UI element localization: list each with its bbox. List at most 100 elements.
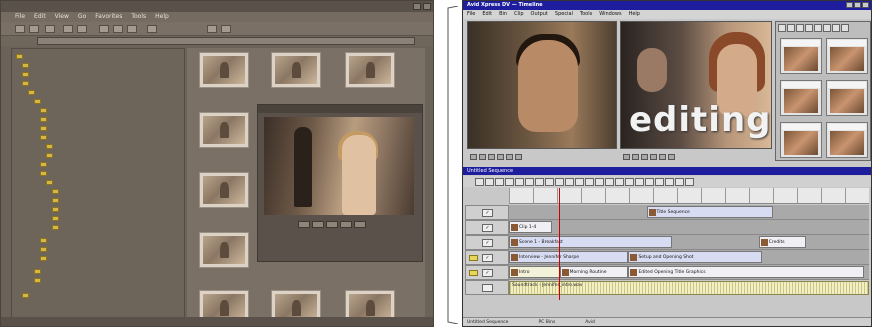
step-back-button[interactable]: [650, 154, 657, 160]
timeline-clip[interactable]: Scene 1 - Breakfast: [509, 236, 672, 248]
zoom-in-icon[interactable]: [625, 177, 634, 186]
tree-item[interactable]: [40, 170, 50, 177]
tree-item[interactable]: [46, 143, 56, 150]
menu-view[interactable]: View: [55, 12, 69, 22]
bin-tool-icon[interactable]: [814, 24, 822, 32]
bin-tool-icon[interactable]: [787, 24, 795, 32]
tree-item[interactable]: [22, 80, 32, 87]
video-thumbnail[interactable]: [199, 112, 249, 148]
mark-in-button[interactable]: [470, 154, 477, 160]
bin-clip[interactable]: [780, 122, 822, 158]
clear-marks-icon[interactable]: [585, 177, 594, 186]
pause-button[interactable]: [326, 221, 338, 228]
menu-windows[interactable]: Windows: [599, 10, 621, 19]
extract-icon[interactable]: [555, 177, 564, 186]
timeline-clip[interactable]: Credits: [758, 236, 806, 248]
source-monitor[interactable]: [467, 21, 617, 149]
tree-item[interactable]: [40, 125, 50, 132]
menu-output[interactable]: Output: [531, 10, 548, 19]
bin-tool-icon[interactable]: [841, 24, 849, 32]
search-icon[interactable]: [63, 25, 73, 33]
lift-button[interactable]: [668, 154, 675, 160]
mark-in-button[interactable]: [623, 154, 630, 160]
tree-item[interactable]: [34, 268, 44, 275]
bin-clip[interactable]: [780, 38, 822, 74]
go-to-end-icon[interactable]: [515, 177, 524, 186]
video-thumbnail[interactable]: [199, 172, 249, 208]
tree-item[interactable]: [52, 188, 62, 195]
track-lock-icon[interactable]: [469, 270, 478, 276]
back-icon[interactable]: [15, 25, 25, 33]
views-icon[interactable]: [207, 25, 217, 33]
step-forward-button[interactable]: [659, 154, 666, 160]
menu-help[interactable]: Help: [629, 10, 640, 19]
timeline-clip[interactable]: Clip 1-4: [509, 221, 553, 233]
play-button[interactable]: [641, 154, 648, 160]
video-thumbnail[interactable]: [199, 52, 249, 88]
zoom-out-icon[interactable]: [635, 177, 644, 186]
bin-tool-icon[interactable]: [796, 24, 804, 32]
timeline-clip[interactable]: Morning Routine: [559, 266, 629, 278]
step-forward-icon[interactable]: [505, 177, 514, 186]
video-thumbnail[interactable]: [345, 290, 395, 318]
video-thumbnail[interactable]: [199, 232, 249, 268]
bin-clip[interactable]: [826, 80, 868, 116]
lift-icon[interactable]: [545, 177, 554, 186]
track-select-button[interactable]: ✓: [482, 254, 493, 262]
match-frame-icon[interactable]: [675, 177, 684, 186]
track-select-button[interactable]: ✓: [482, 239, 493, 247]
copy-icon[interactable]: [113, 25, 123, 33]
track-select-button[interactable]: [482, 284, 493, 292]
tree-item[interactable]: [22, 292, 32, 299]
folders-icon[interactable]: [77, 25, 87, 33]
mark-in-icon[interactable]: [565, 177, 574, 186]
menu-clip[interactable]: Clip: [514, 10, 523, 19]
cut-icon[interactable]: [99, 25, 109, 33]
play-button[interactable]: [312, 221, 324, 228]
maximize-button[interactable]: [854, 2, 861, 8]
bin-tool-icon[interactable]: [805, 24, 813, 32]
mark-out-button[interactable]: [479, 154, 486, 160]
tree-item[interactable]: [52, 206, 62, 213]
minimize-button[interactable]: [413, 3, 421, 10]
bin-clip[interactable]: [780, 80, 822, 116]
step-back-button[interactable]: [497, 154, 504, 160]
splice-button[interactable]: [515, 154, 522, 160]
video-thumbnail[interactable]: [271, 52, 321, 88]
go-to-start-icon[interactable]: [475, 177, 484, 186]
bin-clip[interactable]: [826, 122, 868, 158]
playhead-indicator[interactable]: [559, 188, 560, 300]
tree-item[interactable]: [52, 197, 62, 204]
tree-item[interactable]: [40, 116, 50, 123]
tree-item[interactable]: [34, 277, 44, 284]
tree-item[interactable]: [22, 71, 32, 78]
menu-edit[interactable]: Edit: [34, 12, 46, 22]
audio-icon[interactable]: [645, 177, 654, 186]
tree-item[interactable]: [40, 107, 50, 114]
tree-item[interactable]: [52, 215, 62, 222]
forward-icon[interactable]: [29, 25, 39, 33]
splice-icon[interactable]: [525, 177, 534, 186]
mark-out-icon[interactable]: [575, 177, 584, 186]
step-forward-button[interactable]: [506, 154, 513, 160]
menu-help[interactable]: Help: [155, 12, 169, 22]
bin-tool-icon[interactable]: [823, 24, 831, 32]
menu-go[interactable]: Go: [78, 12, 86, 22]
render-icon[interactable]: [665, 177, 674, 186]
tree-item[interactable]: [28, 89, 38, 96]
menu-favorites[interactable]: Favorites: [95, 12, 122, 22]
step-back-icon[interactable]: [485, 177, 494, 186]
tree-item[interactable]: [52, 224, 62, 231]
track-lock-icon[interactable]: [469, 255, 478, 261]
close-button[interactable]: [862, 2, 869, 8]
tree-item[interactable]: [40, 237, 50, 244]
timeline-clip[interactable]: Edited Opening Title Graphics: [628, 266, 864, 278]
video-thumbnail[interactable]: [199, 290, 249, 318]
record-monitor[interactable]: editing: [620, 21, 772, 149]
tree-item[interactable]: [40, 161, 50, 168]
audio-clip[interactable]: Soundtrack - Jennifer_intro.wav: [509, 281, 869, 295]
tree-item[interactable]: [22, 62, 32, 69]
up-folder-icon[interactable]: [45, 25, 55, 33]
tree-item[interactable]: [40, 134, 50, 141]
mark-out-button[interactable]: [632, 154, 639, 160]
